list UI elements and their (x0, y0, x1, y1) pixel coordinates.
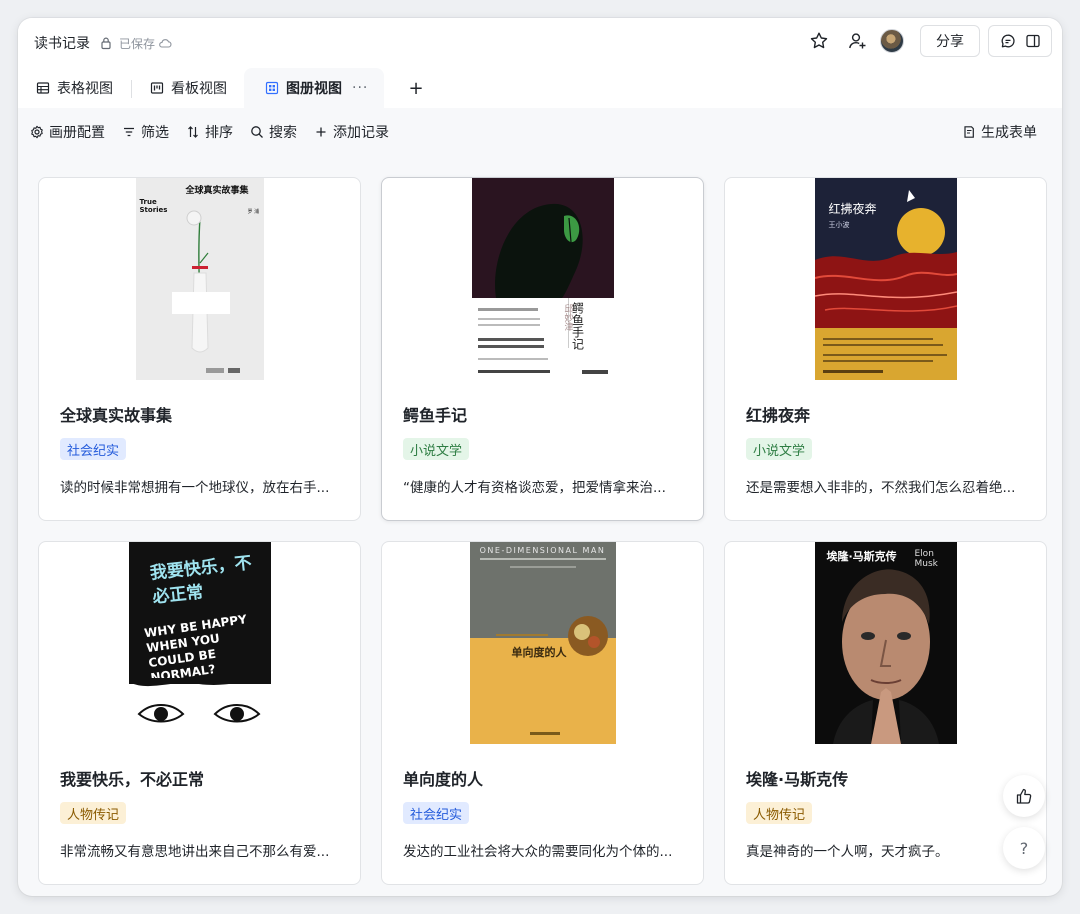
add-record-label: 添加记录 (333, 125, 389, 141)
view-tabs: 表格视图 看板视图 图册视图 ··· + (18, 68, 1062, 108)
comment-icon[interactable] (995, 28, 1020, 54)
filter-icon (122, 125, 136, 139)
tab-divider (131, 80, 132, 98)
book-title: 鳄鱼手记 (403, 406, 468, 425)
book-note: 非常流畅又有意思地讲出来自己不那么有爱... (60, 844, 330, 860)
plus-icon (314, 125, 328, 139)
tab-label: 看板视图 (171, 81, 227, 97)
sort-label: 排序 (205, 125, 233, 141)
book-title: 我要快乐，不必正常 (60, 770, 205, 789)
save-status: 已保存 (119, 36, 156, 51)
book-cover: ONE-DIMENSIONAL MAN 单向度的人 (469, 542, 616, 744)
book-card[interactable]: 全球真实故事集 True Stories 罗 浦 全球真实故事集 社会纪实 读的… (38, 177, 361, 521)
lock-icon[interactable] (99, 36, 113, 50)
gallery-config-label: 画册配置 (49, 125, 105, 141)
category-tag: 社会纪实 (60, 438, 127, 460)
book-cover: 红拂夜奔 王小波 (814, 178, 957, 380)
tab-gallery-view[interactable]: 图册视图 ··· (244, 68, 384, 108)
book-cover: 我要快乐，不必正常 WHY BE HAPPY WHEN YOU COULD BE… (128, 542, 271, 744)
add-collaborator-icon[interactable] (844, 28, 870, 54)
app-window: 读书记录 已保存 分享 表格视图 看板视图 图册视图 ··· + 画册配置 筛选… (18, 18, 1062, 896)
category-tag: 人物传记 (60, 802, 127, 824)
help-icon: ? (1019, 838, 1029, 858)
book-card[interactable]: 我要快乐，不必正常 WHY BE HAPPY WHEN YOU COULD BE… (38, 541, 361, 885)
sort-button[interactable]: 排序 (186, 122, 233, 142)
sidebar-panel-icon[interactable] (1020, 28, 1045, 54)
generate-form-button[interactable]: 生成表单 (962, 122, 1037, 142)
book-card[interactable]: ONE-DIMENSIONAL MAN 单向度的人 单向度的人 社会纪实 发达的… (381, 541, 704, 885)
kanban-icon (150, 81, 164, 95)
filter-button[interactable]: 筛选 (122, 122, 169, 142)
gallery-config-button[interactable]: 画册配置 (30, 122, 105, 142)
cover-subtitle: ONE-DIMENSIONAL MAN (479, 546, 606, 555)
book-cover: 全球真实故事集 True Stories 罗 浦 (135, 178, 264, 380)
search-icon (250, 125, 264, 139)
book-note: 发达的工业社会将大众的需要同化为个体的... (403, 844, 673, 860)
help-button[interactable]: ? (1003, 827, 1045, 869)
feedback-thumbs-up-button[interactable] (1003, 775, 1045, 817)
category-tag: 人物传记 (746, 802, 813, 824)
thumbs-up-icon (1016, 788, 1032, 804)
book-note: 真是神奇的一个人啊，天才疯子。 (746, 844, 949, 860)
add-view-button[interactable]: + (406, 68, 426, 108)
tab-label: 图册视图 (286, 81, 342, 97)
book-card[interactable]: 红拂夜奔 王小波 红拂夜奔 小说文学 还是需要想入非非的，不然我们怎么忍着绝..… (724, 177, 1047, 521)
category-tag: 小说文学 (746, 438, 813, 460)
book-title: 红拂夜奔 (746, 406, 811, 425)
tab-table-view[interactable]: 表格视图 (36, 68, 113, 108)
doc-title[interactable]: 读书记录 (34, 33, 90, 53)
book-title: 埃隆·马斯克传 (746, 770, 849, 789)
search-button[interactable]: 搜索 (250, 122, 297, 142)
avatar[interactable] (880, 29, 904, 53)
cover-title: 单向度的人 (511, 646, 567, 659)
add-record-button[interactable]: 添加记录 (314, 122, 389, 142)
book-note: “健康的人才有资格谈恋爱，把爱情拿来治... (403, 480, 666, 496)
tab-kanban-view[interactable]: 看板视图 (150, 68, 227, 108)
cover-subtitle: Elon Musk (914, 549, 938, 569)
star-icon[interactable] (806, 28, 832, 54)
generate-form-label: 生成表单 (981, 125, 1037, 141)
tab-label: 表格视图 (57, 81, 113, 97)
filter-label: 筛选 (141, 125, 169, 141)
book-card[interactable]: 鳄鱼手记 邱妙津 鳄鱼手记 小说文学 “健康的人才有资格谈恋爱，把爱情拿来治..… (381, 177, 704, 521)
book-note: 还是需要想入非非的，不然我们怎么忍着绝... (746, 480, 1016, 496)
book-cover: 埃隆·马斯克传 Elon Musk (814, 542, 957, 744)
form-icon (962, 125, 976, 139)
gear-icon (30, 125, 44, 139)
search-label: 搜索 (269, 125, 297, 141)
cover-title: 红拂夜奔 (828, 202, 877, 216)
top-bar: 读书记录 已保存 分享 (18, 18, 1062, 68)
book-title: 单向度的人 (403, 770, 484, 789)
header-actions-group (988, 25, 1052, 57)
book-note: 读的时候非常想拥有一个地球仪，放在右手... (60, 480, 330, 496)
sort-icon (186, 125, 200, 139)
book-title: 全球真实故事集 (60, 406, 173, 425)
view-toolbar: 画册配置 筛选 排序 搜索 添加记录 生成表单 (18, 116, 1062, 148)
cover-author: 王小波 (828, 221, 850, 229)
table-icon (36, 81, 50, 95)
cover-author: 邱妙津 (562, 304, 573, 331)
tab-more-button[interactable]: ··· (352, 80, 368, 96)
category-tag: 社会纪实 (403, 802, 470, 824)
gallery-icon (265, 81, 279, 95)
share-button[interactable]: 分享 (920, 25, 980, 57)
cloud-icon (158, 36, 172, 50)
book-card[interactable]: 埃隆·马斯克传 Elon Musk 埃隆·马斯克传 人物传记 真是神奇的一个人啊… (724, 541, 1047, 885)
cover-title: 埃隆·马斯克传 (826, 550, 897, 563)
category-tag: 小说文学 (403, 438, 470, 460)
book-cover: 鳄鱼手记 邱妙津 (471, 178, 614, 380)
